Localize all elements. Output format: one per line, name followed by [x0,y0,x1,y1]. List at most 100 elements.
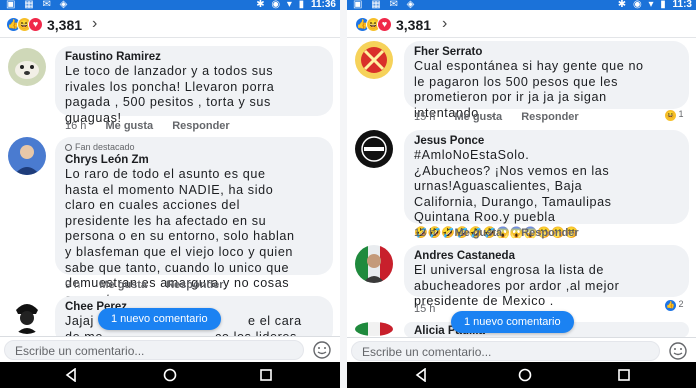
back-icon[interactable] [414,368,428,382]
android-nav-bar [347,362,696,388]
status-bar: ▣ ▦ ✉ ◈ ✱ ◉ ▾ ▮ 11:36 [0,0,340,10]
comment-line: le pagaron los 500 pesos que les [414,74,619,89]
comment-actions: 9 h Me gusta Responder [65,279,240,291]
comment-line: Lo raro de todo el asunto es que [65,167,266,181]
avatar[interactable] [355,41,393,79]
avatar[interactable] [8,296,46,334]
comment-author[interactable]: Faustino Ramirez [65,50,323,64]
reactions-summary[interactable]: 👍 😆 ♥ 3,381 › [0,12,340,38]
comment-line: pagada , 500 pesitos , torta y sus [65,95,271,110]
new-comment-button[interactable]: 1 nuevo comentario [98,308,221,330]
comment-line: hasta el momento NADIE, ha sido [65,182,274,197]
comment-author[interactable]: Chrys León Zm [65,153,323,167]
comment-line: claro en cuales acciones del [65,198,241,213]
like-button[interactable]: Me gusta [105,120,153,132]
back-icon[interactable] [64,368,78,382]
love-reaction-icon: ♥ [28,17,43,32]
status-time: 11:3 [672,0,692,10]
reaction-count: 3,381 [396,17,432,33]
emoji-smile-icon[interactable] [668,341,688,361]
comment-line: El universal engrosa la lista de [414,263,605,277]
avatar[interactable] [8,48,46,86]
comment-actions: 13 h Me gusta Responder [414,227,595,239]
new-comment-button[interactable]: 1 nuevo comentario [451,311,574,333]
comment-actions: 15 h [414,303,451,315]
avatar[interactable] [355,130,393,168]
comment-line: sabe que tanto, cuando lo unico que [65,260,290,275]
reaction-count: 2 [678,299,684,309]
like-reaction-icon: 👍 [665,300,676,311]
reaction-count: 3,381 [47,17,83,33]
home-icon[interactable] [518,368,532,382]
comment-line: California, Durango, Tamaulipas [414,194,612,209]
fan-badge: Fan destacado [65,141,323,153]
avatar[interactable] [8,137,46,175]
chevron-right-icon[interactable]: › [442,15,447,33]
comments-panel-left: ▣ ▦ ✉ ◈ ✱ ◉ ▾ ▮ 11:36 👍 😆 ♥ 3,381 › Faus… [0,0,340,388]
comment-line: Cual espontánea si hay gente que no [414,59,644,73]
like-button[interactable]: Me gusta [454,111,502,123]
recents-icon[interactable] [259,368,273,382]
comment-author[interactable]: Fher Serrato [414,45,679,59]
laugh-reaction-icon: 😆 [665,110,676,121]
notification-icons: ▣ ▦ ✉ ◈ [6,0,71,10]
comment-line: Quintana Roo.y puebla [414,210,556,225]
system-status: ✱ ◉ ▾ ▮ 11:36 [256,0,336,10]
home-icon[interactable] [163,368,177,382]
status-bar: ▣ ▦ ✉ ◈ ✱ ◉ ▾ ▮ 11:3 [347,0,696,10]
comment-line: y blasfeman que el viejo loco y quien [65,244,294,259]
reactions-summary[interactable]: 👍 😆 ♥ 3,381 › [347,12,696,38]
comment-bubble[interactable]: Jesus Ponce #AmloNoEstaSolo. ¿Abucheos? … [404,130,689,239]
notification-icons: ▣ ▦ ✉ ◈ [353,0,418,10]
comments-panel-right: ▣ ▦ ✉ ◈ ✱ ◉ ▾ ▮ 11:3 👍 😆 ♥ 3,381 › Fher … [347,0,696,388]
panel-divider [340,0,347,388]
comment-actions: 16 h Me gusta Responder [65,120,246,132]
comment-composer: Escribe un comentario... [347,337,696,363]
reply-button[interactable]: Responder [521,111,578,123]
like-button[interactable]: Me gusta [99,279,147,291]
comment-line: rivales los poncha! Llevaron porra [65,79,275,94]
like-button[interactable]: Me gusta [454,227,502,239]
comment-line-end: e el cara [248,314,302,328]
comment-line: #AmloNoEstaSolo. [414,148,530,162]
avatar[interactable] [355,245,393,283]
love-reaction-icon: ♥ [377,17,392,32]
reaction-count: 1 [678,109,684,119]
system-status: ✱ ◉ ▾ ▮ 11:3 [617,0,692,10]
reply-button[interactable]: Responder [172,120,229,132]
comment-line: presidente les ha afectado en su [65,213,267,228]
comment-age: 9 h [65,279,81,291]
chevron-right-icon[interactable]: › [92,15,97,33]
comment-line-start: Jajaj [65,314,94,328]
comment-author[interactable]: Jesus Ponce [414,134,679,148]
comment-age: 13 h [414,227,436,239]
comment-input[interactable]: Escribe un comentario... [4,340,304,360]
comment-line: presidente de Mexico . [414,294,554,309]
recents-icon[interactable] [617,368,631,382]
comment-age: 15 h [414,111,436,123]
comment-line: persona o en su entorno, solo hablan [65,229,295,244]
android-nav-bar [0,362,340,388]
status-time: 11:36 [310,0,336,10]
comment-bubble[interactable]: Fher Serrato Cual espontánea si hay gent… [404,41,689,120]
comment-line: abucheadores por ardor ,al mejor [414,278,620,293]
reply-button[interactable]: Responder [521,227,578,239]
reply-button[interactable]: Responder [166,279,223,291]
comment-line: Le toco de lanzador y a todos sus [65,64,274,78]
emoji-smile-icon[interactable] [312,340,332,360]
comment-reactions[interactable]: 👍 2 [665,299,684,311]
comment-input[interactable]: Escribe un comentario... [351,341,660,361]
comment-actions: 15 h Me gusta Responder [414,111,595,123]
comment-line: ¿Abucheos? ¡Nos vemos en las [414,163,610,178]
comment-reactions[interactable]: 😆 1 [665,109,684,121]
fan-badge-label: Fan destacado [75,142,135,152]
comment-age: 15 h [414,303,436,315]
badge-icon [65,144,72,151]
comment-composer: Escribe un comentario... [0,336,340,362]
comment-bubble[interactable]: Fan destacado Chrys León Zm Lo raro de t… [55,137,333,306]
avatar[interactable] [355,322,393,336]
comment-author[interactable]: Andres Castaneda [414,249,679,263]
comment-age: 16 h [65,120,87,132]
comment-bubble[interactable]: Faustino Ramirez Le toco de lanzador y a… [55,46,333,125]
comment-bubble[interactable]: Andres Castaneda El universal engrosa la… [404,245,689,308]
